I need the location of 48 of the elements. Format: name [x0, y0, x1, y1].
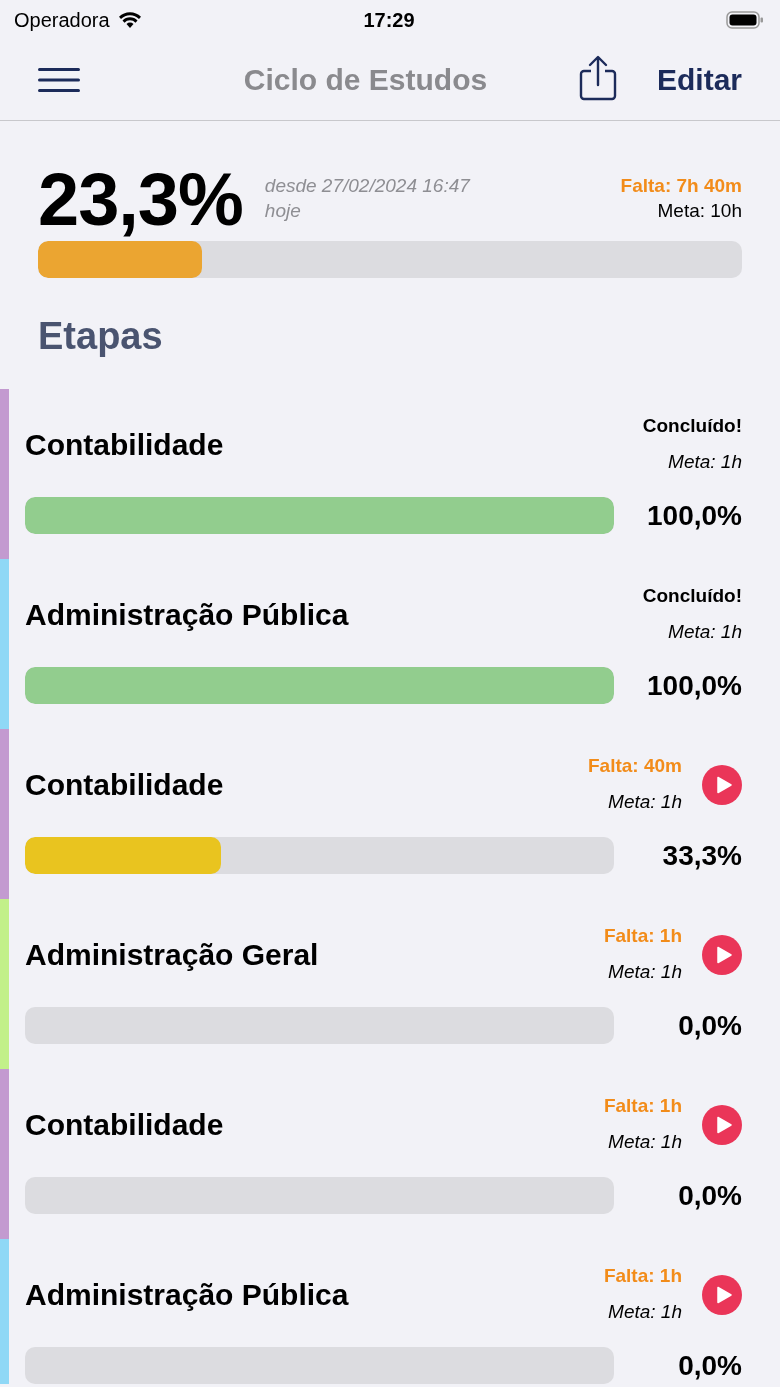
goal-label: Meta: 1h — [667, 620, 742, 644]
stage-title: Contabilidade — [25, 1107, 225, 1143]
stage-percentage: 0,0% — [677, 1349, 742, 1382]
play-button[interactable] — [702, 935, 742, 975]
carrier-name: Operadora — [14, 8, 110, 32]
goal-label: Meta: 1h — [607, 960, 682, 984]
day-label: hoje — [264, 199, 302, 223]
status-label: Falta: 1h — [603, 1264, 682, 1288]
screen-title: Ciclo de Estudos — [242, 63, 489, 97]
play-icon — [716, 946, 732, 964]
stage-percentage: 0,0% — [677, 1009, 742, 1042]
edit-button[interactable]: Editar — [656, 63, 742, 97]
stage-percentage: 100,0% — [646, 499, 742, 532]
goal-label: Meta: 1h — [607, 790, 682, 814]
goal-time: Meta: 10h — [656, 199, 742, 223]
menu-icon — [38, 67, 80, 93]
play-icon — [716, 776, 732, 794]
stage-title: Administração Geral — [25, 937, 320, 973]
share-button[interactable] — [578, 55, 617, 101]
wifi-icon — [117, 11, 142, 29]
play-button[interactable] — [702, 1275, 742, 1315]
status-label: Falta: 1h — [603, 924, 682, 948]
section-title: Etapas — [38, 314, 164, 358]
start-date: desde 27/02/2024 16:47 — [264, 174, 472, 198]
play-button[interactable] — [702, 765, 742, 805]
overall-percentage: 23,3% — [38, 161, 243, 239]
stage-title: Administração Pública — [25, 1277, 350, 1313]
share-icon — [578, 55, 617, 101]
goal-label: Meta: 1h — [607, 1300, 682, 1324]
play-button[interactable] — [702, 1105, 742, 1145]
play-icon — [716, 1116, 732, 1134]
status-label: Concluído! — [642, 414, 742, 438]
goal-label: Meta: 1h — [667, 450, 742, 474]
stage-percentage: 100,0% — [646, 669, 742, 702]
stage-percentage: 33,3% — [661, 839, 742, 872]
play-icon — [716, 1286, 732, 1304]
status-label: Falta: 40m — [588, 754, 682, 778]
stage-title: Administração Pública — [25, 597, 350, 633]
clock-time: 17:29 — [363, 8, 415, 32]
stage-title: Contabilidade — [25, 767, 225, 803]
goal-label: Meta: 1h — [607, 1130, 682, 1154]
status-label: Falta: 1h — [603, 1094, 682, 1118]
menu-button[interactable] — [38, 67, 80, 93]
battery-icon — [726, 10, 764, 30]
remaining-time: Falta: 7h 40m — [620, 174, 742, 198]
stage-title: Contabilidade — [25, 427, 225, 463]
status-label: Concluído! — [642, 584, 742, 608]
stage-percentage: 0,0% — [677, 1179, 742, 1212]
